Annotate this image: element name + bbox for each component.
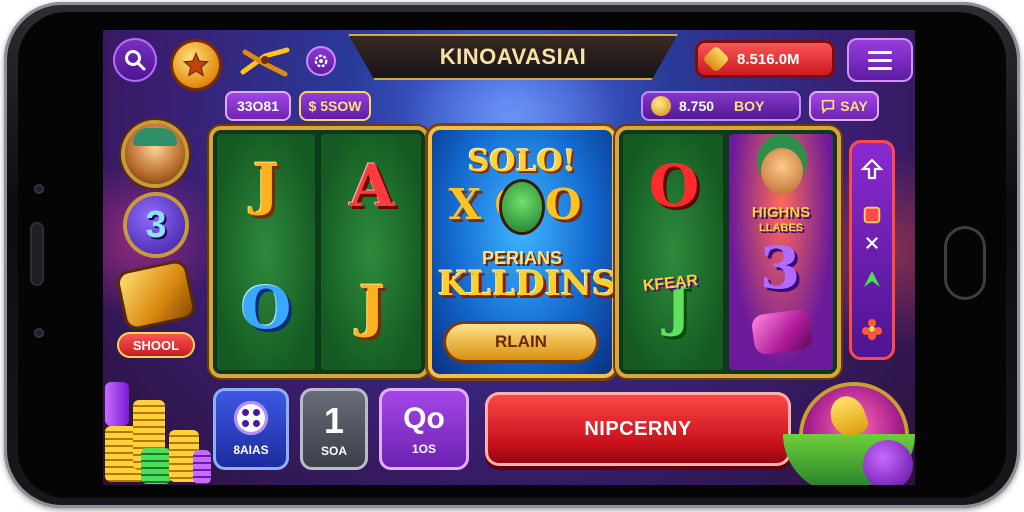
pay-label: SAY bbox=[840, 98, 868, 114]
lines-value: 1 bbox=[323, 400, 345, 441]
cash-pill[interactable]: $ 5SOW bbox=[299, 91, 371, 121]
reel-symbol: O bbox=[240, 274, 292, 342]
spin-button[interactable]: NIPCERNY bbox=[485, 392, 791, 466]
coin-icon bbox=[702, 45, 730, 73]
game-title-banner: KINOAVASIAI bbox=[348, 34, 678, 80]
mascot-icon bbox=[502, 182, 542, 232]
dice-label: 8AIAS bbox=[233, 443, 269, 457]
speaker-grille bbox=[30, 222, 44, 286]
player-avatar[interactable] bbox=[125, 124, 185, 184]
lines-label: SOA bbox=[320, 444, 347, 458]
reel-symbol: 3 bbox=[759, 234, 801, 302]
reel-symbol: J bbox=[358, 274, 386, 340]
tools-button[interactable] bbox=[235, 42, 295, 82]
search-button[interactable] bbox=[113, 38, 157, 82]
bet-button[interactable]: Qo 1OS bbox=[379, 388, 469, 470]
school-button[interactable]: SHOOL bbox=[117, 332, 195, 358]
avatar-hat bbox=[133, 128, 177, 146]
coin-stack bbox=[193, 450, 211, 484]
star-icon bbox=[182, 51, 210, 77]
plum-icon bbox=[863, 440, 913, 485]
reel-symbol: A bbox=[349, 152, 395, 220]
close-icon[interactable] bbox=[859, 230, 885, 256]
menu-button[interactable] bbox=[847, 38, 913, 82]
reel-symbol: O bbox=[648, 152, 700, 220]
up-arrow-icon[interactable] bbox=[859, 156, 885, 182]
balance-display[interactable]: 8.516.0M bbox=[695, 40, 835, 78]
dice-icon bbox=[234, 401, 268, 435]
character-face-icon bbox=[761, 148, 803, 194]
tools-icon bbox=[240, 47, 290, 77]
coin-stack bbox=[105, 382, 129, 426]
gem-icon bbox=[750, 308, 814, 356]
character-title: HIGHNS LLABES bbox=[735, 204, 827, 235]
card-icon[interactable] bbox=[859, 202, 885, 228]
bet-value: Qo bbox=[403, 402, 445, 435]
credit-value: 8.750 bbox=[679, 98, 715, 114]
bonus-rlain-button[interactable]: RLAIN bbox=[446, 324, 596, 360]
settings-button[interactable] bbox=[306, 46, 336, 76]
bet-label: 1OS bbox=[411, 442, 436, 456]
bonus-klldins-text: KLLDINS bbox=[438, 264, 617, 304]
side-toolbar bbox=[849, 140, 895, 360]
sensor-icon bbox=[34, 328, 44, 338]
home-button[interactable] bbox=[944, 226, 986, 300]
coin-stack bbox=[141, 448, 171, 484]
balance-value: 8.516.0M bbox=[737, 50, 800, 68]
lines-button[interactable]: 1 SOA bbox=[300, 388, 368, 470]
game-screen: KINOAVASIAI 8.516.0M 33O81 $ 5SOW 8.750 … bbox=[103, 30, 915, 485]
flower-icon[interactable] bbox=[859, 316, 885, 342]
pay-button[interactable]: SAY bbox=[809, 91, 879, 121]
character-title-text: HIGHNS bbox=[751, 204, 811, 221]
credit-pill[interactable]: 8.750 BOY bbox=[641, 91, 801, 121]
arrow-icon[interactable] bbox=[859, 266, 885, 292]
chat-icon bbox=[822, 99, 835, 114]
coin-icon bbox=[651, 96, 671, 116]
bonus-pill[interactable]: 33O81 bbox=[225, 91, 291, 121]
bonus-solo-text: SOLO! bbox=[467, 144, 577, 179]
favorites-button[interactable] bbox=[173, 42, 219, 88]
bonus-feature-card[interactable]: SOLO! XOO PERIANS KLLDINS RLAIN bbox=[432, 130, 617, 374]
search-icon bbox=[125, 50, 146, 71]
credit-unit: BOY bbox=[734, 98, 765, 114]
reel-symbol: J bbox=[252, 152, 280, 218]
camera-icon bbox=[34, 184, 44, 194]
game-title: KINOAVASIAI bbox=[439, 44, 587, 69]
character-subtitle-text: LLABES bbox=[759, 222, 803, 234]
reel-left: J A O J bbox=[213, 130, 425, 374]
level-badge[interactable]: 3 bbox=[127, 196, 185, 254]
menu-icon bbox=[868, 58, 892, 62]
dice-button[interactable]: 8AIAS bbox=[213, 388, 289, 470]
settings-icon bbox=[314, 54, 328, 68]
